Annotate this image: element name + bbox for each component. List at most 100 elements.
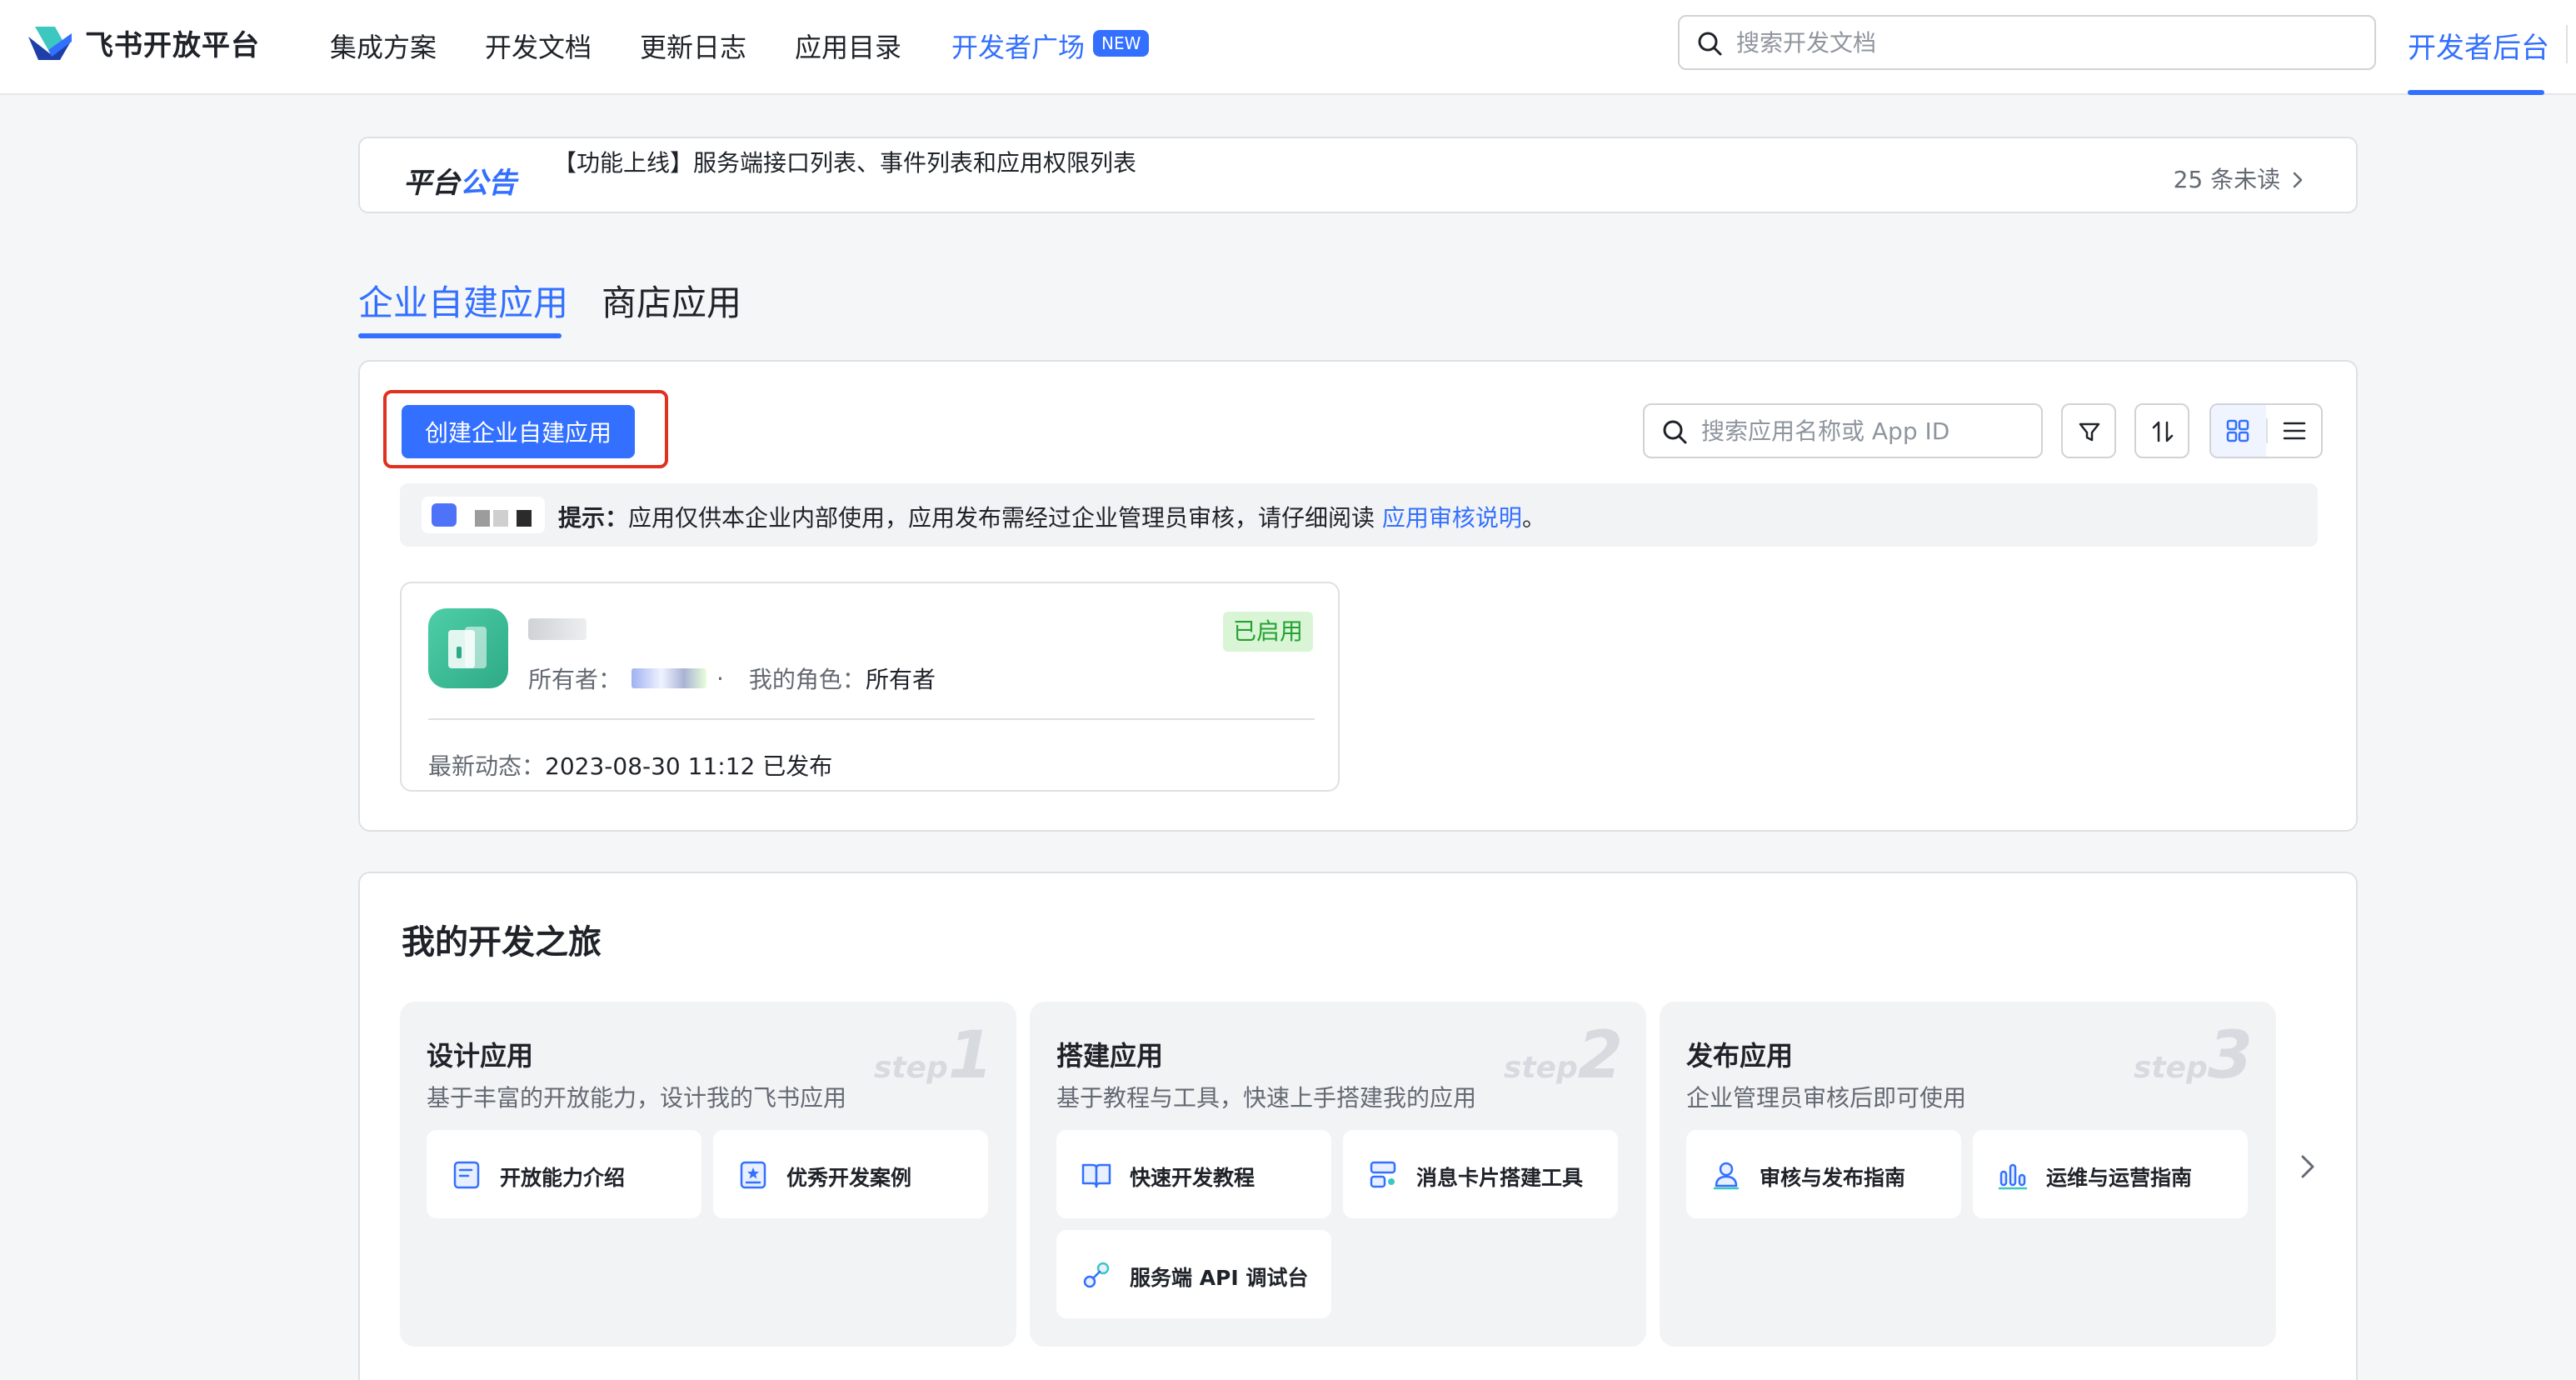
activity-label: 最新动态：	[428, 752, 546, 780]
redacted-text	[517, 510, 532, 527]
announcement-title-prefix: 平台	[403, 167, 460, 200]
new-badge: NEW	[1093, 30, 1150, 57]
tip-suffix: 。	[1521, 504, 1545, 532]
link-ops-guide[interactable]: 运维与运营指南	[1973, 1130, 2248, 1218]
doc-icon	[453, 1161, 480, 1189]
list-view-icon	[2283, 422, 2306, 440]
unread-count: 25 条未读	[2173, 166, 2281, 193]
sort-button[interactable]	[2134, 403, 2189, 458]
link-excellent-cases[interactable]: 优秀开发案例	[713, 1130, 988, 1218]
app-card[interactable]: 所有者： · 我的角色： 所有者 已启用 最新动态：2023-08-30 11:…	[400, 582, 1340, 792]
search-icon	[1663, 420, 1687, 444]
nav-item-developer-square[interactable]: 开发者广场	[951, 27, 1085, 65]
view-toggle	[2209, 403, 2323, 458]
book-icon	[1081, 1163, 1111, 1188]
link-label: 快速开发教程	[1130, 1166, 1256, 1190]
top-navigation: 飞书开放平台 集成方案 开发文档 更新日志 应用目录 开发者广场 NEW 开发者…	[0, 0, 2576, 95]
api-debug-icon	[1083, 1262, 1110, 1288]
redacted-owner-name	[632, 668, 707, 688]
step-watermark-word: step	[1503, 1051, 1578, 1085]
link-quick-tutorial[interactable]: 快速开发教程	[1056, 1130, 1331, 1218]
nav-item-app-directory[interactable]: 应用目录	[795, 27, 901, 65]
tenant-chip	[422, 497, 545, 533]
step-desc: 基于丰富的开放能力，设计我的飞书应用	[427, 1084, 847, 1112]
announcement-bar[interactable]: 平台公告 【功能上线】服务端接口列表、事件列表和应用权限列表 25 条未读	[358, 137, 2358, 213]
step-card-publish: 发布应用 企业管理员审核后即可使用 step3 审核与发布指南 运维与运营指南	[1660, 1002, 2276, 1347]
tab-active-indicator	[358, 333, 562, 338]
step-watermark-word: step	[2133, 1051, 2208, 1085]
dev-journey-panel: 我的开发之旅 设计应用 基于丰富的开放能力，设计我的飞书应用 step1 开放能…	[358, 872, 2358, 1380]
apps-panel: 创建企业自建应用 搜索应用名称或 App ID 提示：应用仅供本企业内部使用，应…	[358, 360, 2358, 832]
step-card-build: 搭建应用 基于教程与工具，快速上手搭建我的应用 step2 快速开发教程 消息卡…	[1030, 1002, 1646, 1347]
tip-bar: 提示：应用仅供本企业内部使用，应用发布需经过企业管理员审核，请仔细阅读 应用审核…	[400, 483, 2318, 547]
app-search-input[interactable]	[1701, 413, 2026, 448]
step-desc: 基于教程与工具，快速上手搭建我的应用	[1056, 1084, 1477, 1112]
grid-view-button[interactable]	[2211, 405, 2266, 457]
link-card-builder[interactable]: 消息卡片搭建工具	[1343, 1130, 1618, 1218]
step-watermark-number: 3	[2207, 1018, 2253, 1093]
step-watermark-word: step	[873, 1051, 948, 1085]
step-watermark: step2	[1504, 1018, 1623, 1093]
chevron-right-icon[interactable]	[2298, 1152, 2318, 1182]
app-search-box[interactable]	[1643, 403, 2043, 458]
case-icon	[740, 1161, 766, 1189]
search-icon	[1698, 32, 1722, 56]
redacted-text	[475, 510, 490, 527]
tab-custom-apps[interactable]: 企业自建应用	[358, 275, 568, 326]
create-custom-app-button[interactable]: 创建企业自建应用	[402, 405, 635, 458]
step-title: 搭建应用	[1056, 1040, 1164, 1072]
status-badge: 已启用	[1222, 612, 1313, 652]
announcement-title: 平台公告	[403, 160, 517, 201]
link-label: 消息卡片搭建工具	[1416, 1166, 1584, 1190]
logo[interactable]: 飞书开放平台	[27, 22, 260, 63]
activity-value: 2023-08-30 11:12 已发布	[545, 752, 833, 780]
divider	[428, 718, 1315, 720]
app-icon	[428, 608, 508, 688]
app-owner-line: 所有者： · 我的角色： 所有者	[528, 662, 936, 695]
ops-chart-icon	[1998, 1163, 2028, 1190]
link-label: 运维与运营指南	[2046, 1166, 2193, 1190]
app-logo-icon	[448, 627, 487, 668]
unread-count-link[interactable]: 25 条未读	[2174, 162, 2304, 195]
developer-console-link[interactable]: 开发者后台	[2408, 25, 2549, 66]
tenant-icon	[432, 503, 457, 527]
step-watermark-number: 1	[947, 1018, 993, 1093]
card-builder-icon	[1370, 1161, 1396, 1188]
step-title: 设计应用	[427, 1040, 534, 1072]
role-value: 所有者	[865, 666, 936, 693]
journey-title: 我的开发之旅	[402, 923, 602, 962]
step-watermark-number: 2	[1577, 1018, 1623, 1093]
doc-search-box[interactable]	[1678, 15, 2376, 70]
tab-store-apps[interactable]: 商店应用	[602, 275, 741, 326]
link-label: 服务端 API 调试台	[1130, 1266, 1309, 1290]
filter-button[interactable]	[2061, 403, 2116, 458]
filter-icon	[2079, 422, 2100, 442]
nav-item-docs[interactable]: 开发文档	[485, 27, 592, 65]
doc-search-input[interactable]	[1736, 25, 2353, 60]
announcement-title-suffix: 公告	[460, 167, 517, 200]
review-icon	[1713, 1162, 1740, 1190]
step-title: 发布应用	[1686, 1040, 1794, 1072]
feishu-logo-icon	[28, 27, 72, 60]
sort-icon	[2152, 421, 2174, 442]
redacted-text	[493, 510, 508, 527]
nav-item-changelog[interactable]: 更新日志	[640, 27, 746, 65]
nav-item-solutions[interactable]: 集成方案	[330, 27, 437, 65]
step-watermark: step1	[874, 1018, 993, 1093]
role-label: 我的角色：	[748, 666, 866, 693]
link-open-capabilities[interactable]: 开放能力介绍	[427, 1130, 701, 1218]
link-api-debugger[interactable]: 服务端 API 调试台	[1056, 1230, 1331, 1318]
list-view-button[interactable]	[2268, 405, 2323, 457]
link-review-guide[interactable]: 审核与发布指南	[1686, 1130, 1961, 1218]
announcement-text[interactable]: 【功能上线】服务端接口列表、事件列表和应用权限列表	[553, 145, 1136, 178]
tip-text: 提示：应用仅供本企业内部使用，应用发布需经过企业管理员审核，请仔细阅读 应用审核…	[558, 500, 1545, 533]
step-desc: 企业管理员审核后即可使用	[1686, 1084, 1967, 1112]
active-indicator	[2408, 90, 2544, 95]
separator-dot: ·	[716, 664, 724, 692]
redacted-app-name	[528, 618, 587, 640]
tip-prefix: 提示：	[558, 504, 629, 532]
tip-body: 应用仅供本企业内部使用，应用发布需经过企业管理员审核，请仔细阅读	[628, 504, 1382, 532]
link-label: 审核与发布指南	[1760, 1166, 1906, 1190]
review-guide-link[interactable]: 应用审核说明	[1382, 504, 1522, 532]
owner-label: 所有者：	[528, 666, 622, 693]
